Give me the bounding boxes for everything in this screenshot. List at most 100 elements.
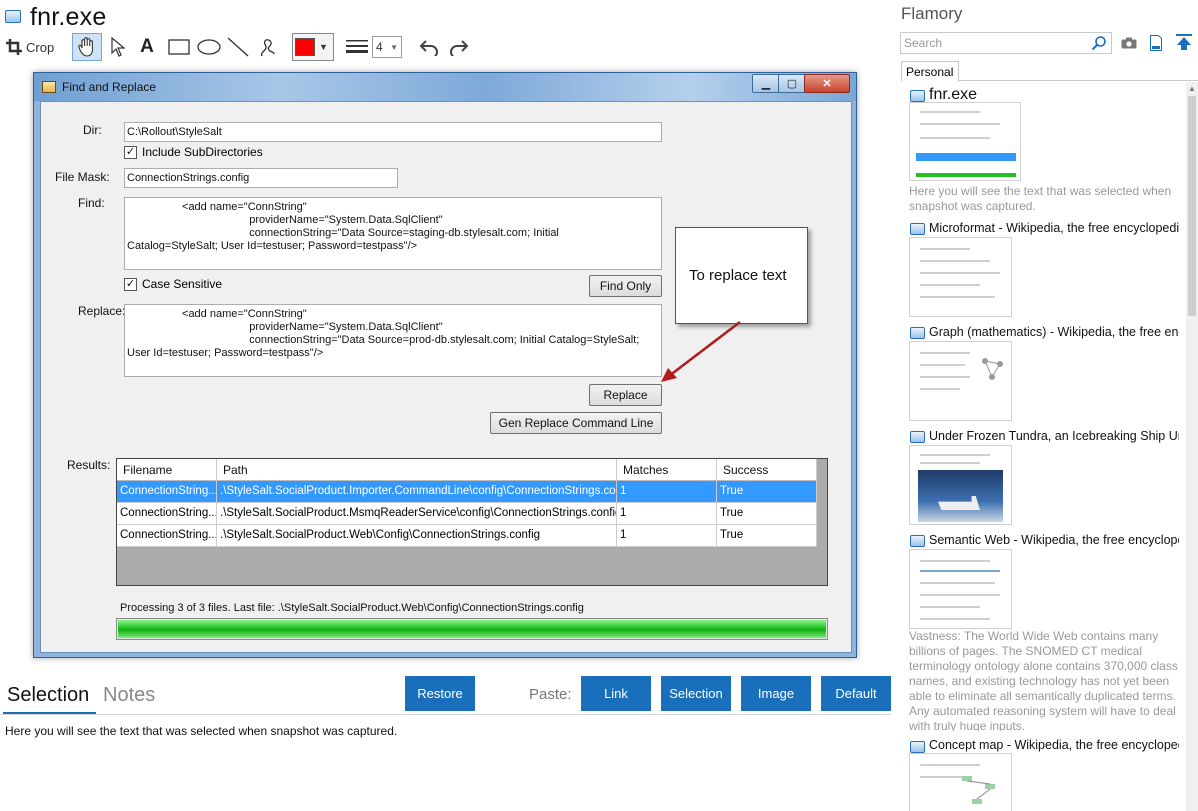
snapshot-item-title[interactable]: Microformat - Wikipedia, the free encycl… [929, 221, 1179, 235]
page-icon[interactable] [1150, 35, 1162, 51]
cell-success: True [717, 503, 817, 525]
crop-icon [6, 39, 22, 55]
snapshot-thumbnail[interactable] [909, 237, 1012, 317]
line-width-icon [344, 33, 370, 61]
callout-annotation[interactable]: To replace text [675, 227, 808, 324]
search-input[interactable]: Search [900, 32, 1112, 54]
rectangle-icon [168, 39, 190, 55]
sidebar-title: Flamory [901, 4, 963, 23]
hand-tool-button[interactable] [72, 33, 102, 61]
line-tool-button[interactable] [226, 33, 250, 61]
download-icon[interactable] [1176, 34, 1192, 51]
snapshot-thumbnail[interactable] [909, 102, 1021, 181]
item-icon [910, 431, 925, 443]
snapshot-thumbnail[interactable] [909, 445, 1012, 525]
find-textarea[interactable]: <add name="ConnString" providerName="Sys… [124, 197, 662, 270]
include-subdirs-label: Include SubDirectories [142, 145, 263, 159]
annotation-arrow[interactable] [655, 318, 745, 388]
progress-fill [118, 620, 826, 638]
results-grid[interactable]: Filename Path Matches Success Connection… [116, 458, 828, 586]
case-sensitive-checkbox[interactable]: ✓ Case Sensitive [124, 277, 222, 291]
snapshot-item-title[interactable]: Concept map - Wikipedia, the free encycl… [929, 738, 1179, 752]
column-header-filename[interactable]: Filename [117, 459, 217, 481]
column-header-success[interactable]: Success [717, 459, 817, 481]
app-title: fnr.exe [30, 3, 107, 31]
text-tool-button[interactable]: A [136, 33, 158, 61]
maximize-button[interactable]: ▢ [778, 74, 806, 93]
dir-input[interactable]: C:\Rollout\StyleSalt [124, 122, 662, 142]
color-picker[interactable]: ▼ [292, 33, 334, 61]
find-only-button[interactable]: Find Only [589, 275, 662, 297]
snapshot-thumbnail[interactable] [909, 549, 1012, 629]
paste-image-button[interactable]: Image [741, 676, 811, 711]
ellipse-tool-button[interactable] [196, 33, 222, 61]
snapshot-list[interactable]: fnr.exe Here you will see the text that … [901, 81, 1198, 811]
status-text: Processing 3 of 3 files. Last file: .\St… [120, 602, 584, 614]
column-header-matches[interactable]: Matches [617, 459, 717, 481]
undo-icon [419, 40, 438, 56]
close-button[interactable]: ✕ [804, 74, 850, 93]
snapshot-thumbnail[interactable] [909, 341, 1012, 421]
rectangle-tool-button[interactable] [166, 33, 192, 61]
paste-default-button[interactable]: Default [821, 676, 891, 711]
crop-label: Crop [26, 39, 55, 55]
checkbox-checked-icon: ✓ [124, 277, 137, 291]
include-subdirs-checkbox[interactable]: ✓ Include SubDirectories [124, 145, 263, 159]
freehand-tool-button[interactable] [256, 33, 280, 61]
table-row[interactable]: ConnectionString... .\StyleSalt.SocialPr… [117, 503, 817, 525]
search-icon[interactable] [1091, 35, 1107, 51]
line-width-value: 4 [376, 40, 383, 54]
gen-replace-command-button[interactable]: Gen Replace Command Line [490, 412, 662, 434]
checkbox-checked-icon: ✓ [124, 145, 137, 159]
pointer-tool-button[interactable] [106, 33, 130, 61]
snapshot-item-title[interactable]: Graph (mathematics) - Wikipedia, the fre… [929, 325, 1179, 339]
cell-success: True [717, 525, 817, 547]
scrollbar-thumb[interactable] [1188, 96, 1196, 316]
cell-filename: ConnectionString... [117, 525, 217, 547]
paste-link-button[interactable]: Link [581, 676, 651, 711]
snapshot-item-title[interactable]: Semantic Web - Wikipedia, the free encyc… [929, 533, 1179, 547]
ellipse-icon [197, 39, 221, 55]
paste-selection-button[interactable]: Selection [661, 676, 731, 711]
hand-icon [78, 37, 93, 57]
camera-icon[interactable] [1121, 37, 1137, 49]
selection-text: Here you will see the text that was sele… [5, 724, 398, 738]
chevron-down-icon: ▼ [319, 42, 328, 52]
item-icon [910, 223, 925, 235]
restore-button[interactable]: Restore [405, 676, 475, 711]
undo-button[interactable] [416, 33, 442, 61]
scroll-up-icon[interactable]: ▲ [1186, 84, 1198, 94]
column-header-path[interactable]: Path [217, 459, 617, 481]
table-row[interactable]: ConnectionString... .\StyleSalt.SocialPr… [117, 525, 817, 547]
replace-label: Replace: [78, 304, 126, 318]
divider [0, 714, 891, 715]
cell-success: True [717, 481, 817, 503]
progress-bar [116, 618, 828, 640]
cell-filename: ConnectionString... [117, 481, 217, 503]
window-titlebar[interactable]: Find and Replace ▁ ▢ ✕ [34, 73, 856, 101]
minimize-button[interactable]: ▁ [752, 74, 780, 93]
tab-notes[interactable]: Notes [103, 684, 155, 707]
crop-button[interactable]: Crop [6, 33, 58, 61]
minimize-icon: ▁ [761, 78, 771, 90]
replace-textarea[interactable]: <add name="ConnString" providerName="Sys… [124, 304, 662, 377]
table-row[interactable]: ConnectionString... .\StyleSalt.SocialPr… [117, 481, 817, 503]
tab-selection[interactable]: Selection [7, 684, 89, 707]
snapshot-thumbnail[interactable] [909, 753, 1012, 811]
redo-button[interactable] [446, 33, 472, 61]
snapshot-item-title[interactable]: Under Frozen Tundra, an Icebreaking Ship… [929, 429, 1179, 443]
line-width-select[interactable]: 4 ▼ [372, 36, 402, 58]
find-label: Find: [78, 196, 105, 210]
replace-button[interactable]: Replace [589, 384, 662, 406]
window-icon [42, 81, 56, 93]
item-icon [910, 90, 925, 102]
close-icon: ✕ [822, 78, 832, 90]
snapshot-item-description: Vastness: The World Wide Web contains ma… [909, 629, 1178, 731]
paste-label: Paste: [529, 686, 572, 703]
item-icon [910, 535, 925, 547]
redo-icon [450, 40, 469, 56]
tab-personal[interactable]: Personal [901, 61, 959, 82]
file-mask-input[interactable]: ConnectionStrings.config [124, 168, 398, 188]
dir-label: Dir: [83, 123, 102, 137]
cursor-arrow-icon [111, 37, 125, 57]
